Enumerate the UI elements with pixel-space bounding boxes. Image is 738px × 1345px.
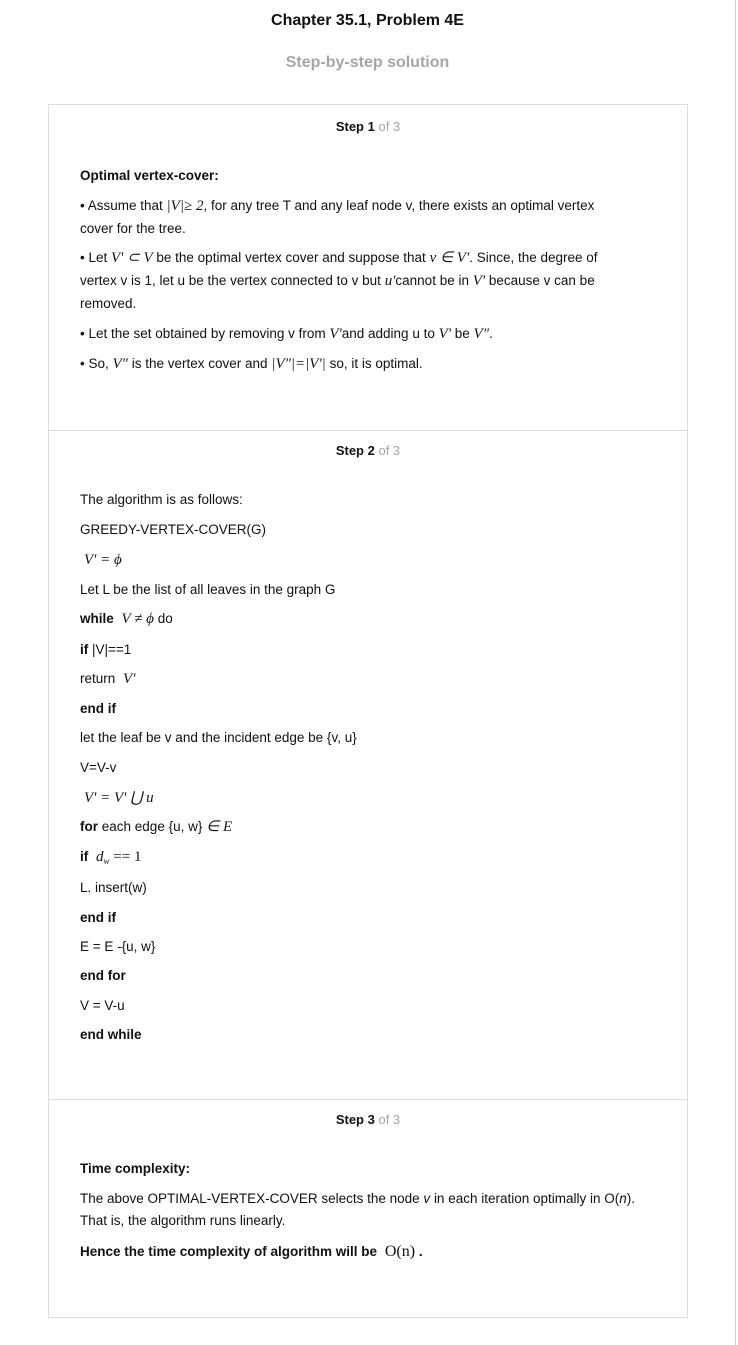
code-line-let-leaf: let the leaf be v and the incident edge …: [80, 730, 357, 745]
step-3-header: Step 3 of 3: [49, 1112, 687, 1127]
step-3-paragraph-2: That is, the algorithm runs linearly.: [80, 1213, 286, 1228]
math-v-in-v-prime: v ∈ V': [429, 250, 470, 266]
code-line-if-size: if |V|==1: [80, 642, 132, 657]
step-3-count: of 3: [378, 1112, 401, 1127]
code-line-for: for each edge {u, w} ∈ E: [80, 819, 233, 835]
code-line-remove-v: V=V-v: [80, 760, 117, 775]
math-v-ge-2: |V|≥ 2: [166, 198, 204, 214]
step-1-paragraph-1-line-1: • Assume that |V|≥ 2, for any tree T and…: [80, 198, 595, 214]
step-divider: [49, 1099, 687, 1100]
code-line-init: V' = ϕ: [84, 552, 122, 568]
code-line-end-if-2: end if: [80, 910, 116, 925]
page-subtitle: Step-by-step solution: [285, 54, 450, 71]
step-divider: [49, 430, 687, 431]
math-v-prime-subset-v: V' ⊂ V: [111, 250, 153, 266]
math-big-o-n: O(n): [384, 1243, 416, 1260]
solution-card: Step 1 of 3 Optimal vertex-cover: • Assu…: [48, 104, 688, 1318]
step-1-paragraph-4: • So, V" is the vertex cover and |V"|=|V…: [80, 356, 423, 372]
step-3-paragraph-1: The above OPTIMAL-VERTEX-COVER selects t…: [80, 1191, 636, 1206]
math-u-prime: u': [384, 273, 396, 289]
code-line-while: while V ≠ ϕ do: [80, 611, 173, 627]
code-line-leaves: Let L be the list of all leaves in the g…: [80, 582, 336, 597]
step-2-count: of 3: [378, 443, 401, 458]
step-3-conclusion: Hence the time complexity of algorithm w…: [80, 1243, 423, 1260]
step-3-heading: Time complexity:: [80, 1161, 191, 1176]
algorithm-name: GREEDY-VERTEX-COVER(G): [80, 522, 267, 537]
step-2-label: Step 2: [335, 443, 375, 458]
page-right-rule: [735, 0, 736, 1345]
step-1-label: Step 1: [335, 119, 375, 134]
code-line-end-for: end for: [80, 968, 126, 983]
step-1-paragraph-2-line-2: vertex v is 1, let u be the vertex conne…: [80, 273, 595, 289]
code-line-remove-u: V = V-u: [80, 998, 125, 1013]
code-line-end-while: end while: [80, 1027, 142, 1042]
math-v-prime: V': [472, 273, 486, 289]
page-title: Chapter 35.1, Problem 4E: [271, 12, 464, 29]
step-2-header: Step 2 of 3: [49, 443, 687, 458]
step-1-count: of 3: [378, 119, 401, 134]
step-1-paragraph-2-line-3: removed.: [80, 296, 137, 311]
step-1-paragraph-1-line-2: cover for the tree.: [80, 221, 186, 236]
step-1-paragraph-2-line-1: • Let V' ⊂ V be the optimal vertex cover…: [80, 250, 598, 266]
code-line-union: V' = V' ⋃ u: [84, 790, 154, 806]
math-cardinality-equal: |V"|=|V'|: [271, 356, 326, 372]
step-1-heading: Optimal vertex-cover:: [80, 168, 219, 183]
code-line-insert: L. insert(w): [80, 880, 147, 895]
step-1-header: Step 1 of 3: [49, 119, 687, 134]
code-line-return: return V': [80, 671, 136, 687]
step-1-paragraph-3: • Let the set obtained by removing v fro…: [80, 326, 493, 342]
step-3-label: Step 3: [335, 1112, 375, 1127]
code-line-edge-update: E = E -{u, w}: [80, 939, 156, 954]
code-line-end-if-1: end if: [80, 701, 116, 716]
code-line-if-degree: if dw == 1: [80, 849, 142, 866]
algorithm-intro: The algorithm is as follows:: [80, 492, 243, 507]
